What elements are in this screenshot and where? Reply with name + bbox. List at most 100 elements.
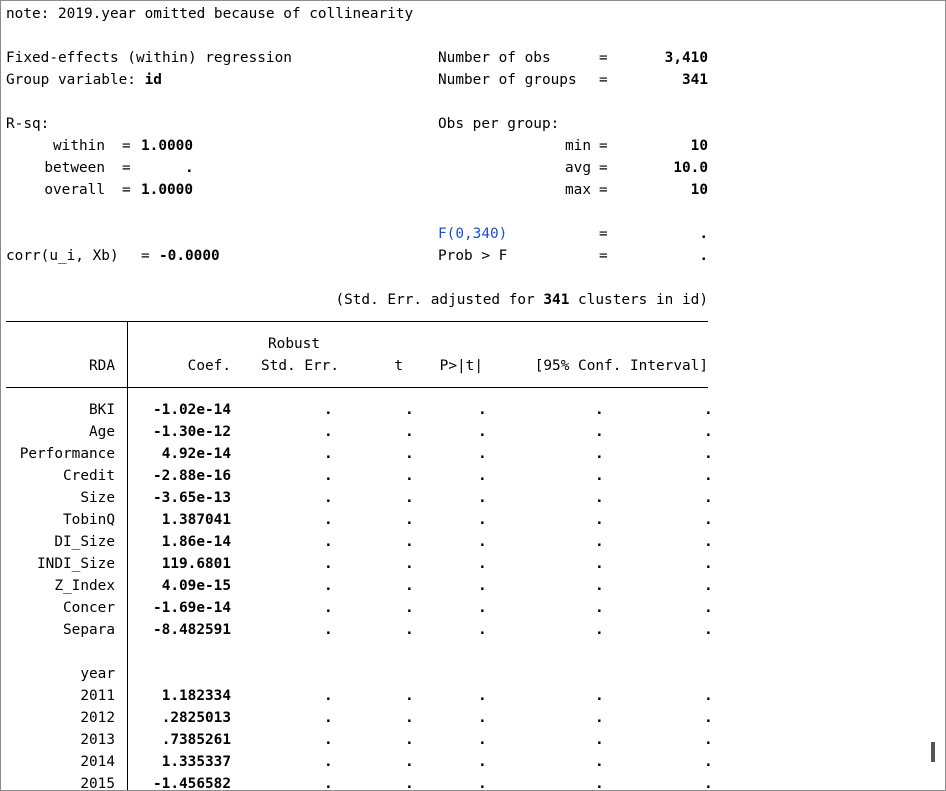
rsq-between-eq: = bbox=[122, 160, 131, 176]
ci-high-cell: . bbox=[704, 446, 713, 462]
coef-cell: 119.6801 bbox=[161, 556, 231, 572]
t-cell: . bbox=[405, 578, 414, 594]
stderr-cell: . bbox=[324, 446, 333, 462]
collinearity-note: note: 2019.year omitted because of colli… bbox=[6, 6, 414, 22]
t-cell: . bbox=[405, 776, 414, 791]
corr-eq: = bbox=[141, 248, 150, 264]
stderr-cell: . bbox=[324, 754, 333, 770]
p-cell: . bbox=[478, 622, 487, 638]
row-label: 2013 bbox=[80, 732, 115, 748]
results-window[interactable]: note: 2019.year omitted because of colli… bbox=[0, 0, 946, 791]
row-label: 2014 bbox=[80, 754, 115, 770]
ci-high-cell: . bbox=[704, 754, 713, 770]
stderr-cell: . bbox=[324, 578, 333, 594]
ci-low-cell: . bbox=[595, 688, 604, 704]
ci-low-cell: . bbox=[595, 402, 604, 418]
p-cell: . bbox=[478, 600, 487, 616]
row-label: Size bbox=[80, 490, 115, 506]
p-cell: . bbox=[478, 534, 487, 550]
t-header: t bbox=[394, 358, 403, 374]
stderr-cell: . bbox=[324, 622, 333, 638]
stderr-cell: . bbox=[324, 402, 333, 418]
prob-value: . bbox=[699, 248, 708, 264]
p-cell: . bbox=[478, 578, 487, 594]
ci-low-cell: . bbox=[595, 600, 604, 616]
row-label: 2011 bbox=[80, 688, 115, 704]
coef-header: Coef. bbox=[187, 358, 231, 374]
p-cell: . bbox=[478, 424, 487, 440]
f-test-link[interactable]: F(0,340) bbox=[438, 223, 507, 245]
nobs-label: Number of obs bbox=[438, 50, 551, 66]
ci-high-cell: . bbox=[704, 688, 713, 704]
ci-high-cell: . bbox=[704, 578, 713, 594]
stderr-cell: . bbox=[324, 688, 333, 704]
ci-low-cell: . bbox=[595, 468, 604, 484]
ci-high-cell: . bbox=[704, 622, 713, 638]
corr-value: -0.0000 bbox=[159, 248, 220, 264]
coef-cell: 1.335337 bbox=[161, 754, 231, 770]
coef-cell: -2.88e-16 bbox=[153, 468, 231, 484]
p-cell: . bbox=[478, 490, 487, 506]
stderr-cell: . bbox=[324, 732, 333, 748]
nobs-value: 3,410 bbox=[664, 50, 708, 66]
coef-cell: -1.69e-14 bbox=[153, 600, 231, 616]
coef-cell: .2825013 bbox=[161, 710, 231, 726]
p-cell: . bbox=[478, 688, 487, 704]
ci-low-cell: . bbox=[595, 490, 604, 506]
stderr-cell: . bbox=[324, 776, 333, 791]
avg-value: 10.0 bbox=[673, 160, 708, 176]
f-eq: = bbox=[599, 226, 608, 242]
ngroups-value: 341 bbox=[682, 72, 708, 88]
ci-high-cell: . bbox=[704, 468, 713, 484]
rsq-within-value: 1.0000 bbox=[141, 138, 193, 154]
stderr-cell: . bbox=[324, 490, 333, 506]
stderr-cell: . bbox=[324, 512, 333, 528]
ngroups-eq: = bbox=[599, 72, 608, 88]
stderr-cell: . bbox=[324, 710, 333, 726]
t-cell: . bbox=[405, 468, 414, 484]
coef-cell: -3.65e-13 bbox=[153, 490, 231, 506]
rsq-between-label: between bbox=[44, 160, 105, 176]
p-cell: . bbox=[478, 776, 487, 791]
coef-cell: -1.30e-12 bbox=[153, 424, 231, 440]
coef-cell: -1.02e-14 bbox=[153, 402, 231, 418]
row-label: Z_Index bbox=[54, 578, 115, 594]
row-label: INDI_Size bbox=[37, 556, 115, 572]
table-top-rule bbox=[6, 321, 708, 322]
row-label: Credit bbox=[63, 468, 115, 484]
t-cell: . bbox=[405, 490, 414, 506]
ci-header: [95% Conf. Interval] bbox=[534, 358, 708, 374]
row-label: Age bbox=[89, 424, 115, 440]
row-label: 2015 bbox=[80, 776, 115, 791]
ci-low-cell: . bbox=[595, 556, 604, 572]
ci-low-cell: . bbox=[595, 446, 604, 462]
coef-cell: 1.86e-14 bbox=[161, 534, 231, 550]
t-cell: . bbox=[405, 688, 414, 704]
t-cell: . bbox=[405, 512, 414, 528]
ci-high-cell: . bbox=[704, 600, 713, 616]
stderr-cell: . bbox=[324, 556, 333, 572]
avg-label: avg bbox=[565, 160, 591, 176]
p-cell: . bbox=[478, 754, 487, 770]
coef-cell: 4.92e-14 bbox=[161, 446, 231, 462]
max-label: max bbox=[565, 182, 591, 198]
p-cell: . bbox=[478, 556, 487, 572]
ci-high-cell: . bbox=[704, 424, 713, 440]
stderr-cell: . bbox=[324, 600, 333, 616]
ci-high-cell: . bbox=[704, 710, 713, 726]
t-cell: . bbox=[405, 402, 414, 418]
ci-high-cell: . bbox=[704, 402, 713, 418]
p-cell: . bbox=[478, 446, 487, 462]
rsq-between-value: . bbox=[185, 160, 194, 176]
row-label: Performance bbox=[19, 446, 115, 462]
coef-cell: -1.456582 bbox=[153, 776, 231, 791]
ngroups-label: Number of groups bbox=[438, 72, 577, 88]
coef-cell: 4.09e-15 bbox=[161, 578, 231, 594]
ci-high-cell: . bbox=[704, 776, 713, 791]
ci-high-cell: . bbox=[704, 512, 713, 528]
coef-cell: -8.482591 bbox=[153, 622, 231, 638]
ci-low-cell: . bbox=[595, 732, 604, 748]
t-cell: . bbox=[405, 622, 414, 638]
p-cell: . bbox=[478, 402, 487, 418]
scrollbar-thumb[interactable] bbox=[931, 742, 935, 762]
